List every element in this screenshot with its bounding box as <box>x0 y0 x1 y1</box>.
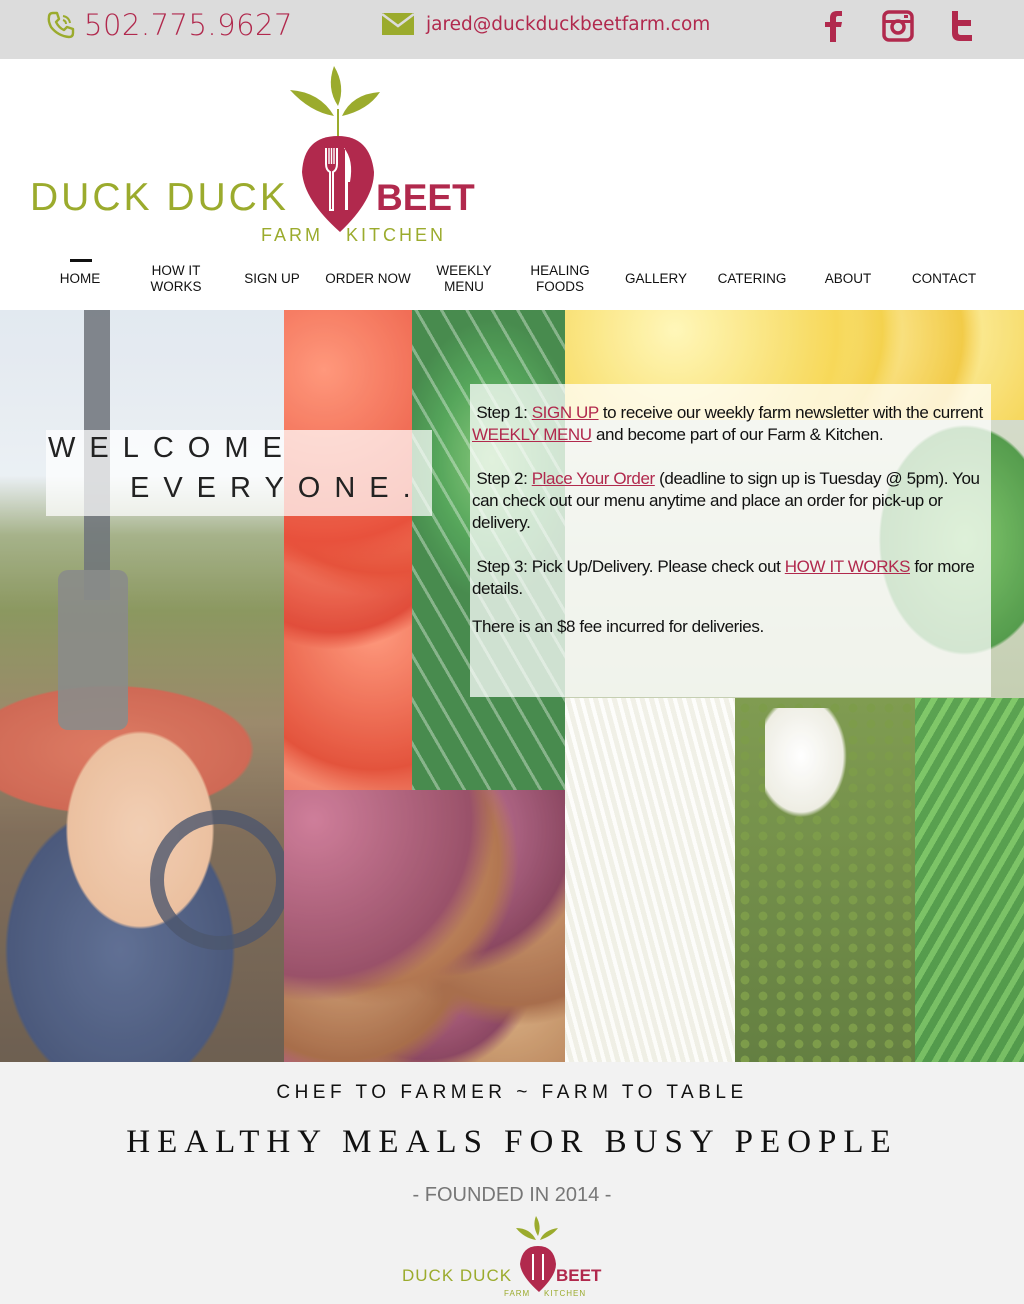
step-1-suffix: and become part of our Farm & Kitchen. <box>591 425 884 444</box>
footer-logo-farm: FARM <box>504 1289 530 1298</box>
instagram-icon[interactable] <box>880 8 916 44</box>
nav-sign-up[interactable]: SIGN UP <box>224 254 320 304</box>
nav-label: HOME <box>59 271 101 286</box>
mail-icon <box>382 13 414 35</box>
site-logo[interactable]: DUCK DUCK BEET FARM KITCHEN <box>28 64 498 246</box>
nav-contact[interactable]: CONTACT <box>896 254 992 304</box>
logo-kitchen-text: KITCHEN <box>346 225 446 245</box>
facebook-icon[interactable] <box>816 8 852 44</box>
footer-logo-kitchen: KITCHEN <box>544 1289 586 1298</box>
founded-year: - FOUNDED IN 2014 - <box>412 1184 612 1206</box>
nav-order-now[interactable]: ORDER NOW <box>320 254 416 304</box>
footer-logo-right: BEET <box>556 1266 602 1285</box>
nav-label: HOW IT WORKS <box>150 263 202 294</box>
phone-number[interactable]: 502.775.9627 <box>84 8 293 42</box>
nav-label: CONTACT <box>911 271 977 286</box>
headline: HEALTHY MEALS FOR BUSY PEOPLE <box>126 1124 898 1160</box>
nav-catering[interactable]: CATERING <box>704 254 800 304</box>
welcome-line-2: EVERYONE. <box>130 472 425 504</box>
twitter-icon[interactable] <box>944 8 980 44</box>
delivery-fee-note: There is an $8 fee incurred for deliveri… <box>472 617 764 636</box>
welcome-panel: WELCOME EVERYONE. <box>46 430 432 516</box>
nav-label: SIGN UP <box>244 271 300 286</box>
nav-label: CATERING <box>717 271 787 286</box>
logo-left-text: DUCK DUCK <box>30 176 289 219</box>
place-order-link[interactable]: Place Your Order <box>532 469 655 488</box>
weekly-menu-link[interactable]: WEEKLY MENU <box>472 425 592 444</box>
step-2-prefix: Step 2: <box>476 469 532 488</box>
steps-panel: Step 1: SIGN UP to receive our weekly fa… <box>470 384 991 697</box>
logo-right-text: BEET <box>376 177 475 218</box>
phone-icon <box>47 11 75 39</box>
active-indicator <box>70 259 92 262</box>
footer-logo[interactable]: DUCK DUCK BEET FARM KITCHEN <box>398 1214 608 1300</box>
step-2: Step 2: Place Your Order (deadline to si… <box>472 468 989 534</box>
step-3-prefix: Step 3: Pick Up/Delivery. Please check o… <box>476 557 785 576</box>
how-it-works-link[interactable]: HOW IT WORKS <box>785 557 911 576</box>
footer-logo-left: DUCK DUCK <box>402 1266 512 1285</box>
phone-contact[interactable]: 502.775.9627 <box>46 8 293 42</box>
nav-label: ABOUT <box>824 271 872 286</box>
sign-up-link[interactable]: SIGN UP <box>532 403 599 422</box>
step-1-prefix: Step 1: <box>476 403 532 422</box>
nav-label: HEALING FOODS <box>530 263 590 294</box>
nav-label: GALLERY <box>624 271 688 286</box>
step-3: Step 3: Pick Up/Delivery. Please check o… <box>472 556 989 600</box>
main-nav: HOME HOW IT WORKS SIGN UP ORDER NOW WEEK… <box>32 254 992 304</box>
nav-home[interactable]: HOME <box>32 254 128 304</box>
tagline-section: CHEF TO FARMER ~ FARM TO TABLE HEALTHY M… <box>0 1062 1024 1304</box>
nav-label: ORDER NOW <box>325 271 411 286</box>
email-address[interactable]: jared@duckduckbeetfarm.com <box>426 14 710 35</box>
hero-collage: WELCOME EVERYONE. Step 1: SIGN UP to rec… <box>0 310 1024 1062</box>
step-1: Step 1: SIGN UP to receive our weekly fa… <box>472 402 989 446</box>
nav-label: WEEKLY MENU <box>436 263 492 294</box>
logo-farm-text: FARM <box>261 225 323 245</box>
email-contact[interactable]: jared@duckduckbeetfarm.com <box>382 12 710 36</box>
welcome-line-1: WELCOME <box>48 432 296 464</box>
nav-gallery[interactable]: GALLERY <box>608 254 704 304</box>
contact-bar: 502.775.9627 jared@duckduckbeetfarm.com <box>0 0 1024 59</box>
nav-healing-foods[interactable]: HEALING FOODS <box>512 254 608 304</box>
nav-how-it-works[interactable]: HOW IT WORKS <box>128 254 224 304</box>
nav-weekly-menu[interactable]: WEEKLY MENU <box>416 254 512 304</box>
tagline: CHEF TO FARMER ~ FARM TO TABLE <box>276 1082 748 1103</box>
step-1-mid: to receive our weekly farm newsletter wi… <box>598 403 983 422</box>
nav-about[interactable]: ABOUT <box>800 254 896 304</box>
